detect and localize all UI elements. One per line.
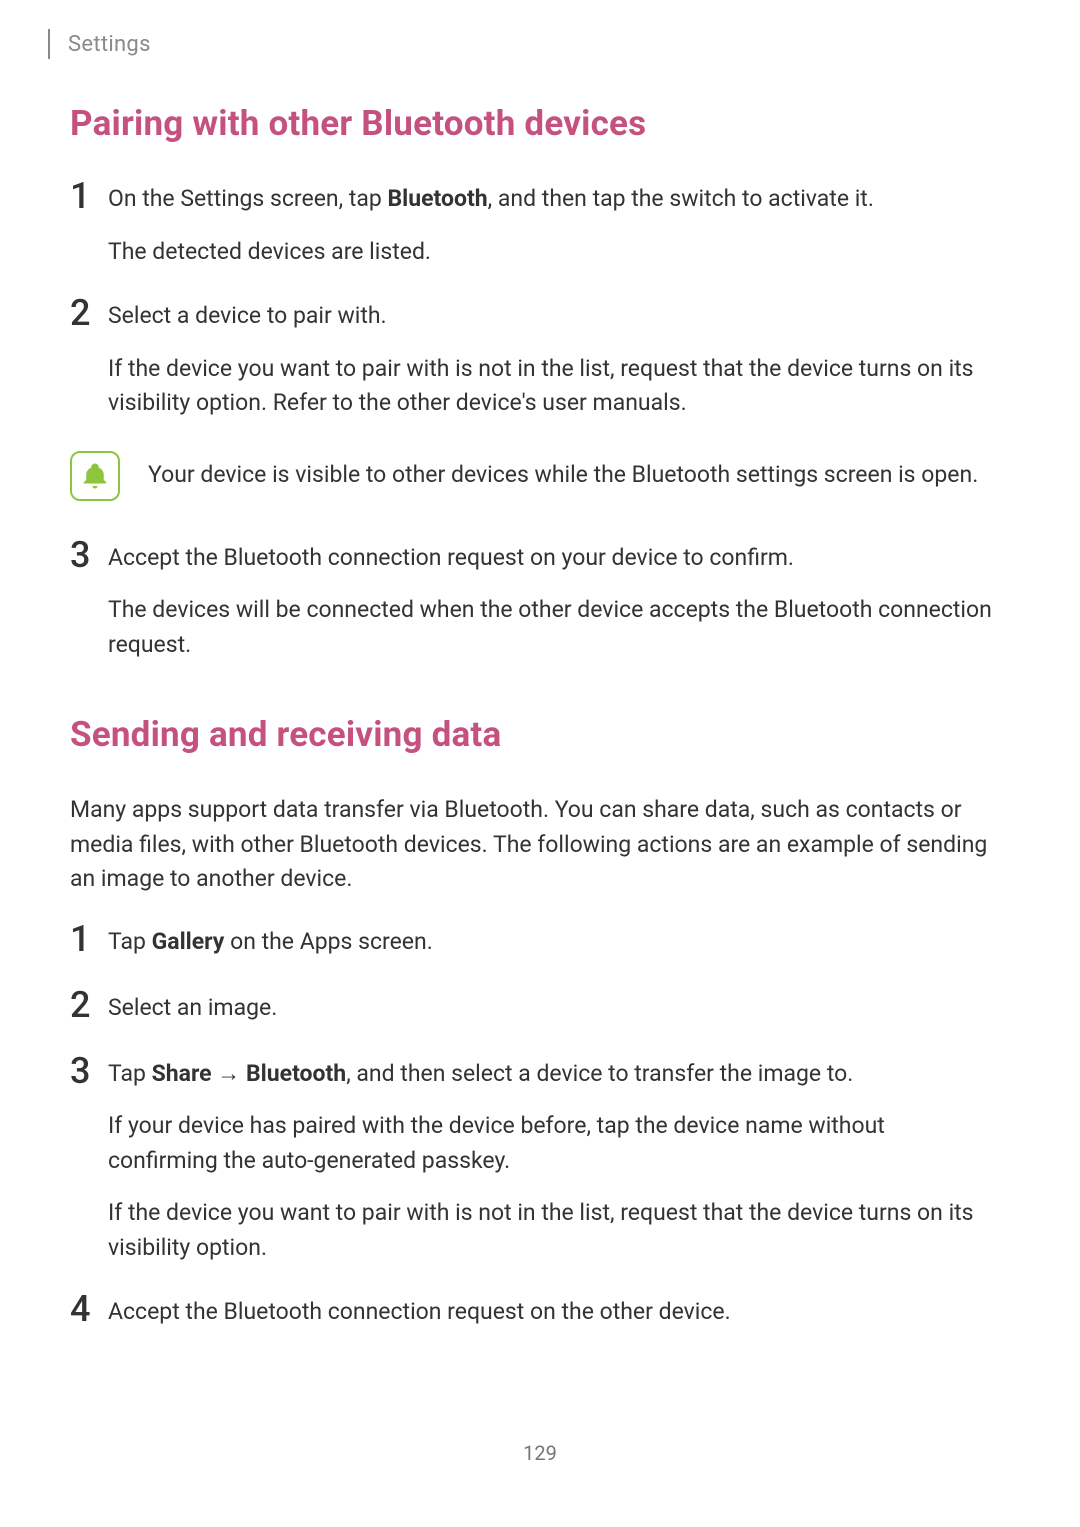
text-run: Tap xyxy=(108,1060,152,1087)
step-number: 4 xyxy=(70,1291,108,1327)
header-section-label: Settings xyxy=(68,32,151,57)
arrow-text: → xyxy=(212,1060,246,1087)
header-divider xyxy=(48,29,50,59)
page-number: 129 xyxy=(0,1441,1080,1465)
step-body: Accept the Bluetooth connection request … xyxy=(108,1295,1000,1330)
step-item: 3 Accept the Bluetooth connection reques… xyxy=(70,541,1000,663)
step-item: 2 Select a device to pair with. If the d… xyxy=(70,299,1000,421)
step-text: On the Settings screen, tap Bluetooth, a… xyxy=(108,182,1000,217)
note-callout: Your device is visible to other devices … xyxy=(70,451,1000,501)
step-item: 4 Accept the Bluetooth connection reques… xyxy=(70,1295,1000,1331)
step-number: 2 xyxy=(70,295,108,331)
text-run: , and then tap the switch to activate it… xyxy=(488,185,874,212)
step-text: Select an image. xyxy=(108,991,1000,1026)
intro-paragraph: Many apps support data transfer via Blue… xyxy=(70,793,1000,897)
step-text: If your device has paired with the devic… xyxy=(108,1109,1000,1178)
page-header: Settings xyxy=(48,30,151,58)
step-body: Select an image. xyxy=(108,991,1000,1026)
note-bell-icon xyxy=(70,451,120,501)
step-text: Tap Gallery on the Apps screen. xyxy=(108,925,1000,960)
step-text: Accept the Bluetooth connection request … xyxy=(108,541,1000,576)
page-content: Pairing with other Bluetooth devices 1 O… xyxy=(70,103,1000,1361)
bold-text: Bluetooth xyxy=(387,185,487,212)
step-text: The detected devices are listed. xyxy=(108,235,1000,270)
bold-text: Gallery xyxy=(152,928,225,955)
step-item: 1 Tap Gallery on the Apps screen. xyxy=(70,925,1000,961)
step-text: Select a device to pair with. xyxy=(108,299,1000,334)
step-body: On the Settings screen, tap Bluetooth, a… xyxy=(108,182,1000,269)
text-run: Tap xyxy=(108,928,152,955)
section-title-pairing: Pairing with other Bluetooth devices xyxy=(70,103,1000,144)
step-text: The devices will be connected when the o… xyxy=(108,593,1000,662)
step-number: 1 xyxy=(70,178,108,214)
step-number: 1 xyxy=(70,921,108,957)
step-item: 1 On the Settings screen, tap Bluetooth,… xyxy=(70,182,1000,269)
step-number: 3 xyxy=(70,1053,108,1089)
step-number: 2 xyxy=(70,987,108,1023)
step-number: 3 xyxy=(70,537,108,573)
step-text: Tap Share → Bluetooth, and then select a… xyxy=(108,1057,1000,1092)
section-title-sending: Sending and receiving data xyxy=(70,714,1000,755)
step-body: Tap Share → Bluetooth, and then select a… xyxy=(108,1057,1000,1266)
section-pairing: Pairing with other Bluetooth devices 1 O… xyxy=(70,103,1000,662)
text-run: On the Settings screen, tap xyxy=(108,185,387,212)
text-run: on the Apps screen. xyxy=(224,928,432,955)
step-text: If the device you want to pair with is n… xyxy=(108,1196,1000,1265)
bold-text: Bluetooth xyxy=(246,1060,346,1087)
note-text: Your device is visible to other devices … xyxy=(148,458,978,493)
step-body: Accept the Bluetooth connection request … xyxy=(108,541,1000,663)
step-text: Accept the Bluetooth connection request … xyxy=(108,1295,1000,1330)
step-text: If the device you want to pair with is n… xyxy=(108,352,1000,421)
text-run: , and then select a device to transfer t… xyxy=(346,1060,853,1087)
step-body: Tap Gallery on the Apps screen. xyxy=(108,925,1000,960)
step-body: Select a device to pair with. If the dev… xyxy=(108,299,1000,421)
step-item: 3 Tap Share → Bluetooth, and then select… xyxy=(70,1057,1000,1266)
step-item: 2 Select an image. xyxy=(70,991,1000,1027)
section-sending: Sending and receiving data Many apps sup… xyxy=(70,714,1000,1331)
bold-text: Share xyxy=(152,1060,212,1087)
